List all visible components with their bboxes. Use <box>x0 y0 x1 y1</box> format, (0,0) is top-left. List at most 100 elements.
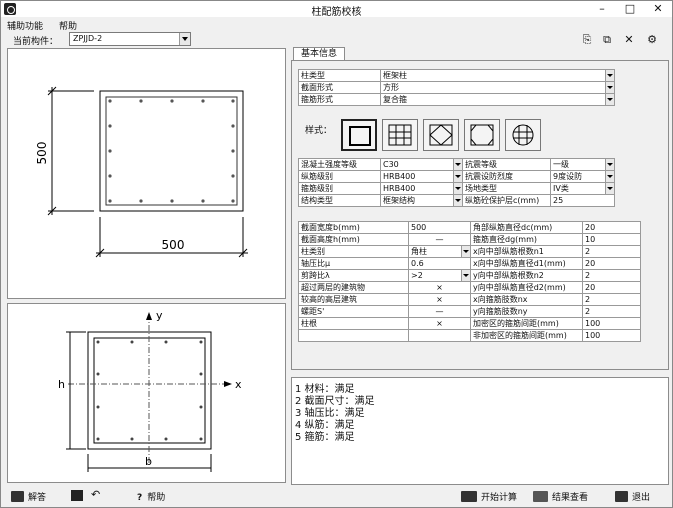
stirrup-dia-input[interactable]: 10 <box>582 233 641 246</box>
table-row: 截面形式 方形 <box>298 81 615 94</box>
delete-icon[interactable]: ✕ <box>622 34 636 46</box>
exit-label: 退出 <box>632 493 651 503</box>
tall-building-checkbox[interactable]: × <box>408 293 471 306</box>
table-row: 结构类型 框架结构 纵筋砼保护层c(mm) 25 <box>298 194 615 207</box>
chevron-down-icon[interactable] <box>461 270 470 281</box>
chevron-down-icon[interactable] <box>179 33 190 45</box>
stirrup-grade-select[interactable]: HRB400 <box>380 182 463 195</box>
prop-label: 柱类别 <box>298 245 409 258</box>
prop-label: 箍筋形式 <box>298 93 381 106</box>
y-bar-count-input[interactable]: 2 <box>582 269 641 282</box>
chevron-down-icon[interactable] <box>605 159 614 170</box>
people-icon <box>11 491 24 502</box>
seismic-intensity-select[interactable]: 9度设防 <box>550 170 615 183</box>
help-button[interactable]: ? 帮助 <box>137 490 165 503</box>
exit-button[interactable]: 退出 <box>615 490 650 503</box>
column-category-select[interactable]: 角柱 <box>408 245 471 258</box>
prop-label: y向箍筋肢数ny <box>470 305 583 318</box>
structure-type-select[interactable]: 框架结构 <box>380 194 463 207</box>
solve-button[interactable]: 解答 <box>11 490 46 503</box>
undo-icon[interactable]: ↶ <box>91 488 100 501</box>
table-row: 柱根 × 加密区的箍筋间距(mm) 100 <box>298 317 641 330</box>
table-row: 纵筋级别 HRB400 抗震设防烈度 9度设防 <box>298 170 615 183</box>
stirrup-type-select[interactable]: 复合箍 <box>380 93 615 106</box>
section-param-table: 截面宽度b(mm) 500 角部纵筋直径dc(mm) 20 截面高度h(mm) … <box>298 221 641 342</box>
corner-bar-dia-input[interactable]: 20 <box>582 221 641 234</box>
column-root-checkbox[interactable]: × <box>408 317 471 330</box>
column-type-select[interactable]: 框架柱 <box>380 69 615 82</box>
y-legs-input[interactable]: 2 <box>582 305 641 318</box>
width-input[interactable]: 500 <box>408 221 471 234</box>
chevron-down-icon[interactable] <box>453 171 462 182</box>
x-legs-input[interactable]: 2 <box>582 293 641 306</box>
chevron-down-icon[interactable] <box>461 246 470 257</box>
normal-spacing-input[interactable]: 100 <box>582 329 641 342</box>
axis-x-label: x <box>235 378 242 391</box>
dim-b-text: 500 <box>162 238 185 252</box>
prop-value: IV类 <box>553 184 569 193</box>
concrete-grade-select[interactable]: C30 <box>380 158 463 171</box>
minimize-button[interactable]: – <box>588 1 616 17</box>
chevron-down-icon[interactable] <box>605 171 614 182</box>
over-two-storey-checkbox[interactable]: × <box>408 281 471 294</box>
save-icon[interactable] <box>71 490 83 501</box>
chevron-down-icon[interactable] <box>605 82 614 93</box>
prop-label: 轴压比μ <box>298 257 409 270</box>
style-option-1[interactable] <box>341 119 377 151</box>
start-calc-button[interactable]: 开始计算 <box>461 490 517 503</box>
calculator-icon <box>461 491 477 502</box>
chevron-down-icon[interactable] <box>453 195 462 206</box>
prop-label: 剪跨比λ <box>298 269 409 282</box>
prop-label <box>298 329 409 342</box>
tools-icon[interactable]: ⚙ <box>642 34 662 46</box>
menu-help[interactable]: 帮助 <box>59 19 77 32</box>
current-member-label: 当前构件： <box>13 37 59 47</box>
long-bar-grade-select[interactable]: HRB400 <box>380 170 463 183</box>
chevron-down-icon[interactable] <box>605 94 614 105</box>
y-bar-dia-input[interactable]: 20 <box>582 281 641 294</box>
prop-value: 角柱 <box>411 247 427 256</box>
current-member-select[interactable]: ZPJJD-2 <box>69 32 191 46</box>
tab-basic-info[interactable]: 基本信息 <box>293 47 345 61</box>
style-option-5[interactable] <box>505 119 541 151</box>
height-input[interactable]: — <box>408 233 471 246</box>
prop-label: 加密区的箍筋间距(mm) <box>470 317 583 330</box>
prop-value: HRB400 <box>383 172 416 181</box>
axial-ratio-input[interactable]: 0.6 <box>408 257 471 270</box>
x-bar-dia-input[interactable]: 20 <box>582 257 641 270</box>
table-row: 轴压比μ 0.6 x向中部纵筋直径d1(mm) 20 <box>298 257 641 270</box>
close-window-button[interactable]: ✕ <box>644 1 672 17</box>
paste-icon[interactable]: ⧉ <box>600 34 614 46</box>
maximize-button[interactable]: □ <box>616 1 644 17</box>
style-option-4[interactable] <box>464 119 500 151</box>
site-type-select[interactable]: IV类 <box>550 182 615 195</box>
chevron-down-icon[interactable] <box>453 183 462 194</box>
result-line: 5 箍筋：满足 <box>295 432 355 443</box>
prop-label: 箍筋级别 <box>298 182 381 195</box>
style-option-2[interactable] <box>382 119 418 151</box>
chevron-down-icon[interactable] <box>605 70 614 81</box>
chevron-down-icon[interactable] <box>605 183 614 194</box>
prop-value: 复合箍 <box>383 95 407 104</box>
shear-span-select[interactable]: >2 <box>408 269 471 282</box>
section-drawing: 500 500 <box>35 86 248 258</box>
copy-icon[interactable]: ⎘ <box>580 34 594 46</box>
style-option-3[interactable] <box>423 119 459 151</box>
prop-label: 柱类型 <box>298 69 381 82</box>
prop-label: 抗震设防烈度 <box>462 170 551 183</box>
table-row: 箍筋级别 HRB400 场地类型 IV类 <box>298 182 615 195</box>
dense-spacing-input[interactable]: 100 <box>582 317 641 330</box>
chevron-down-icon[interactable] <box>453 159 462 170</box>
cover-input[interactable]: 25 <box>550 194 615 207</box>
style-label: 样式： <box>305 126 333 136</box>
seismic-grade-select[interactable]: 一级 <box>550 158 615 171</box>
pitch-input[interactable]: — <box>408 305 471 318</box>
x-bar-count-input[interactable]: 2 <box>582 245 641 258</box>
section-shape-select[interactable]: 方形 <box>380 81 615 94</box>
prop-label: x向中部纵筋根数n1 <box>470 245 583 258</box>
menu-tools[interactable]: 辅助功能 <box>7 19 43 32</box>
prop-label: y向中部纵筋直径d2(mm) <box>470 281 583 294</box>
table-row: 非加密区的箍筋间距(mm) 100 <box>298 329 641 342</box>
table-row: 截面宽度b(mm) 500 角部纵筋直径dc(mm) 20 <box>298 221 641 234</box>
view-result-button[interactable]: 结果查看 <box>533 490 588 503</box>
